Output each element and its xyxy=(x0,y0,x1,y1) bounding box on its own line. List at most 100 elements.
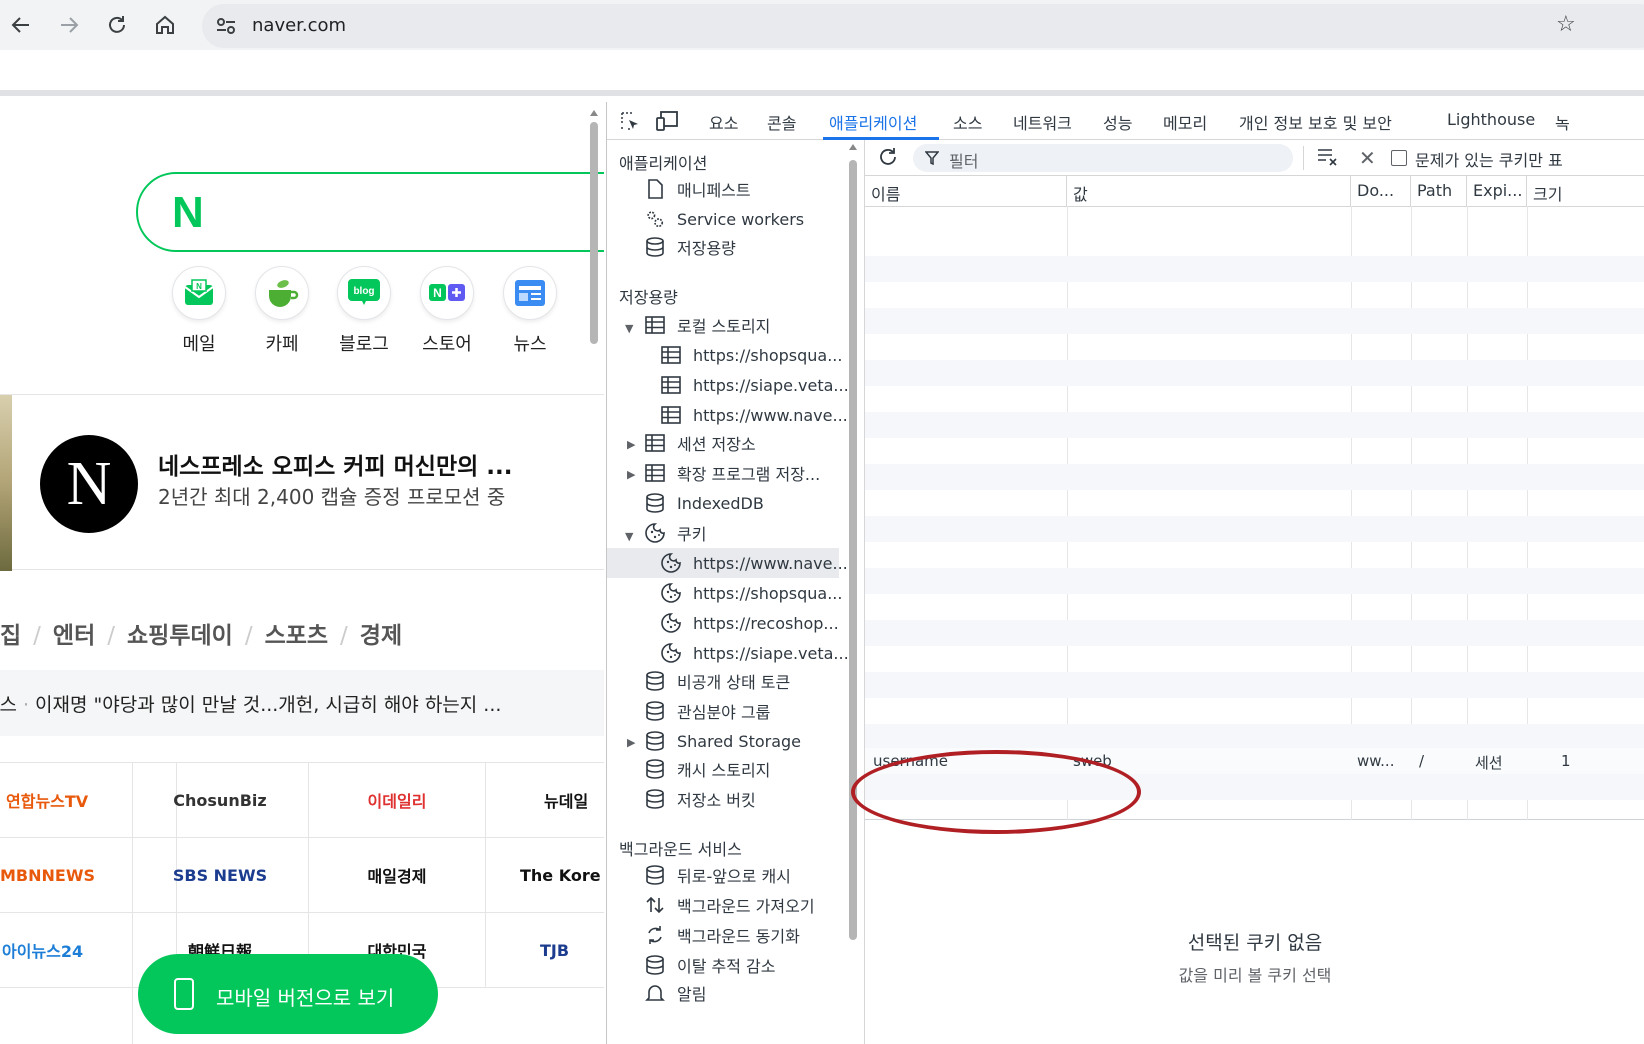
tab-category[interactable]: 엔터 xyxy=(53,623,95,649)
column-header-name[interactable]: 이름 xyxy=(865,176,1067,206)
cafe-icon xyxy=(255,266,309,320)
tab-category[interactable]: 집 xyxy=(0,623,21,649)
cookie-path-cell[interactable]: / xyxy=(1419,752,1424,770)
inspect-element-icon[interactable] xyxy=(619,110,641,136)
tree-item-indexeddb[interactable]: IndexedDB xyxy=(645,488,764,518)
tree-item-service-workers[interactable]: Service workers xyxy=(645,204,804,234)
search-box[interactable]: N xyxy=(136,172,604,252)
tree-item-notifications[interactable]: 알림 xyxy=(645,978,706,1008)
filter-input[interactable]: 필터 xyxy=(913,144,1293,172)
tree-item-cache-storage[interactable]: 캐시 스토리지 xyxy=(645,754,770,784)
expand-arrow-icon[interactable]: ▼ xyxy=(625,530,633,543)
tree-item-local-storage[interactable]: 로컬 스토리지 xyxy=(645,310,770,340)
collapse-arrow-icon[interactable]: ▶ xyxy=(627,736,635,749)
tree-item-extension-storage[interactable]: 확장 프로그램 저장... xyxy=(645,458,820,488)
column-header-path[interactable]: Path xyxy=(1411,176,1467,206)
column-header-value[interactable]: 값 xyxy=(1067,176,1351,206)
url-text[interactable]: naver.com xyxy=(252,15,346,36)
device-toolbar-icon[interactable] xyxy=(655,110,679,136)
service-label: 블로그 xyxy=(339,334,389,355)
tab-category[interactable]: 경제 xyxy=(360,623,402,649)
naver-page: N N 메일 카페 blog 블로그 N 스토어 뉴스 N 네스프레소 오피스 … xyxy=(0,102,604,1044)
tree-item-background-sync[interactable]: 백그라운드 동기화 xyxy=(645,920,800,950)
headline-bar[interactable]: 뉴스·이재명 "야당과 많이 만날 것...개헌, 시급히 해야 하는지 ... xyxy=(0,670,604,736)
ad-banner[interactable]: N 네스프레소 오피스 커피 머신만의 ... 2년간 최대 2,400 캡슐 … xyxy=(0,394,604,571)
service-mail[interactable]: N 메일 xyxy=(161,266,237,356)
press-logo[interactable]: The Kore xyxy=(486,838,604,913)
home-icon[interactable] xyxy=(148,8,182,42)
bookmark-star-icon[interactable]: ☆ xyxy=(1556,12,1576,37)
service-blog[interactable]: blog 블로그 xyxy=(326,266,402,356)
tab-network[interactable]: 네트워크 xyxy=(1013,110,1072,134)
cookie-table: 이름 값 Do... Path Expi... 크기 username sweb… xyxy=(851,176,1644,834)
tab-performance[interactable]: 성능 xyxy=(1103,110,1132,134)
tree-item-storage[interactable]: 저장용량 xyxy=(645,232,736,262)
tab-lighthouse[interactable]: Lighthouse xyxy=(1447,110,1535,129)
tree-item-local-origin[interactable]: https://www.nave... xyxy=(661,400,848,430)
tab-privacy-security[interactable]: 개인 정보 보호 및 보안 xyxy=(1239,110,1392,134)
sidebar-scrollbar[interactable] xyxy=(847,144,859,1044)
cookie-domain-cell[interactable]: ww... xyxy=(1357,752,1394,770)
table-icon xyxy=(645,463,665,483)
tab-memory[interactable]: 메모리 xyxy=(1163,110,1207,134)
tree-item-session-storage[interactable]: 세션 저장소 xyxy=(645,428,756,458)
tab-category[interactable]: 스포츠 xyxy=(265,623,328,649)
tree-item-cookie-origin-selected[interactable]: https://www.nave... xyxy=(607,548,848,578)
clear-all-icon[interactable] xyxy=(1317,148,1339,170)
sync-icon xyxy=(645,925,665,945)
address-bar[interactable]: naver.com ☆ xyxy=(202,4,1644,48)
tree-item-bounce-tracking[interactable]: 이탈 추적 감소 xyxy=(645,950,776,980)
back-icon[interactable] xyxy=(4,8,38,42)
tab-elements[interactable]: 요소 xyxy=(709,110,738,134)
service-cafe[interactable]: 카페 xyxy=(244,266,320,356)
site-settings-icon[interactable] xyxy=(214,14,238,38)
expand-arrow-icon[interactable]: ▼ xyxy=(625,322,633,335)
cookie-size-cell[interactable]: 1 xyxy=(1561,752,1571,770)
tree-item-storage-buckets[interactable]: 저장소 버킷 xyxy=(645,784,756,814)
service-news[interactable]: 뉴스 xyxy=(492,266,568,356)
press-logo[interactable]: 뉴데일 xyxy=(486,763,604,838)
service-store[interactable]: N 스토어 xyxy=(409,266,485,356)
mail-icon: N xyxy=(172,266,226,320)
tab-application[interactable]: 애플리케이션 xyxy=(829,110,917,134)
tab-category[interactable]: 쇼핑투데이 xyxy=(127,623,233,649)
tree-item-cookie-origin[interactable]: https://shopsqua... xyxy=(661,578,842,608)
reload-icon[interactable] xyxy=(100,8,134,42)
press-logo[interactable]: SBS NEWS xyxy=(132,838,309,913)
column-header-domain[interactable]: Do... xyxy=(1351,176,1411,206)
forward-icon[interactable] xyxy=(52,8,86,42)
press-logo[interactable]: 매일경제 xyxy=(309,838,486,913)
refresh-icon[interactable] xyxy=(877,146,899,172)
tree-item-cookie-origin[interactable]: https://recoshop... xyxy=(661,608,839,638)
tree-item-local-origin[interactable]: https://siape.veta... xyxy=(661,370,849,400)
press-logo[interactable]: 이데일리 xyxy=(309,763,486,838)
cookie-expires-cell[interactable]: 세션 xyxy=(1475,752,1503,773)
tree-item-interest-groups[interactable]: 관심분야 그룹 xyxy=(645,696,770,726)
tree-item-cookie-origin[interactable]: https://siape.veta... xyxy=(661,638,849,668)
tree-item-cookies[interactable]: 쿠키 xyxy=(645,518,706,548)
tab-recorder[interactable]: 녹 xyxy=(1555,110,1570,134)
tree-item-shared-storage[interactable]: Shared Storage xyxy=(645,726,801,756)
tab-sources[interactable]: 소스 xyxy=(953,110,982,134)
tree-item-bfcache[interactable]: 뒤로-앞으로 캐시 xyxy=(645,860,791,890)
collapse-arrow-icon[interactable]: ▶ xyxy=(627,468,635,481)
press-logo[interactable]: TJB xyxy=(486,913,604,988)
column-header-size[interactable]: 크기 xyxy=(1527,176,1644,206)
delete-selected-icon[interactable]: ✕ xyxy=(1359,146,1376,170)
tree-item-background-fetch[interactable]: 백그라운드 가져오기 xyxy=(645,890,815,920)
collapse-arrow-icon[interactable]: ▶ xyxy=(627,438,635,451)
headline-text[interactable]: 이재명 "야당과 많이 만날 것...개헌, 시급히 해야 하는지 ... xyxy=(35,694,501,716)
ad-title[interactable]: 네스프레소 오피스 커피 머신만의 ... xyxy=(158,447,512,481)
section-title: 애플리케이션 xyxy=(619,154,708,173)
cookie-icon xyxy=(661,583,681,603)
tree-item-manifest[interactable]: 매니페스트 xyxy=(645,174,751,204)
only-issues-checkbox[interactable] xyxy=(1391,150,1407,166)
page-scrollbar[interactable] xyxy=(588,110,600,1044)
column-header-expires[interactable]: Expi... xyxy=(1467,176,1527,206)
tree-item-private-state-tokens[interactable]: 비공개 상태 토큰 xyxy=(645,666,790,696)
tab-console[interactable]: 콘솔 xyxy=(767,110,796,134)
mobile-version-button[interactable]: 모바일 버전으로 보기 xyxy=(138,954,438,1034)
press-logo[interactable]: ChosunBiz xyxy=(132,763,309,838)
tree-item-local-origin[interactable]: https://shopsqua... xyxy=(661,340,842,370)
naver-logo[interactable]: N xyxy=(172,188,204,238)
